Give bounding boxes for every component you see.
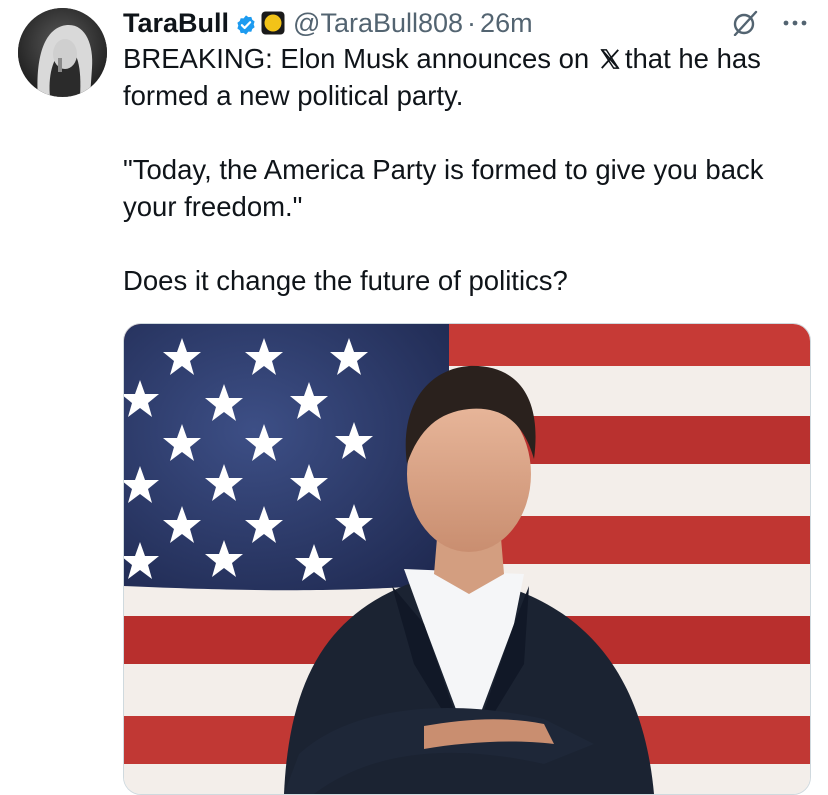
flag-portrait-image [124, 324, 810, 794]
tweet-line1-before: BREAKING: Elon Musk announces on [123, 43, 590, 74]
grok-icon[interactable] [732, 10, 758, 37]
avatar[interactable] [18, 8, 107, 97]
more-icon[interactable] [780, 10, 810, 36]
x-logo-icon[interactable] [599, 42, 621, 69]
tweet-text: BREAKING: Elon Musk announces on that he… [123, 40, 813, 299]
tweet-header: TaraBull @TaraBull808 · 26m [123, 6, 810, 40]
tweet-paragraph-1: BREAKING: Elon Musk announces on that he… [123, 40, 813, 114]
verified-badge-icon [235, 12, 257, 35]
tweet-quote: "Today, the America Party is formed to g… [123, 154, 764, 222]
separator-dot: · [467, 7, 477, 38]
avatar-image [18, 8, 107, 97]
tweet-media-photo[interactable] [123, 323, 811, 795]
timestamp[interactable]: 26m [480, 8, 533, 39]
author-name[interactable]: TaraBull [123, 8, 229, 39]
author-handle[interactable]: @TaraBull808 [293, 8, 463, 39]
gold-circle-badge-icon[interactable] [261, 11, 285, 35]
tweet-question: Does it change the future of politics? [123, 265, 568, 296]
